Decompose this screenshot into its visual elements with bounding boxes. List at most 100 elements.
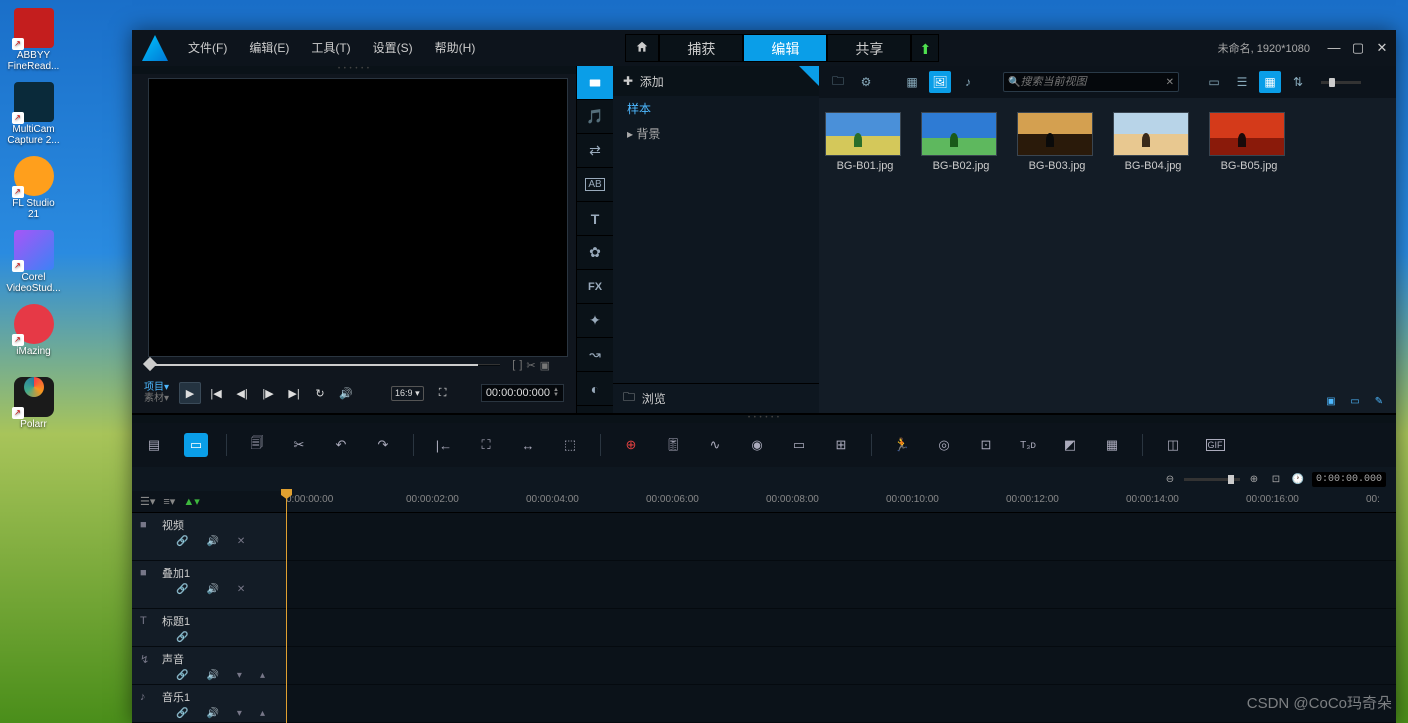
track-btn[interactable]: ▾ [237,670,242,681]
search-box[interactable]: 🔍 ✕ [1003,72,1179,92]
marker-icon[interactable]: ▲▾ [183,495,199,508]
project-label[interactable]: 项目▾ [144,383,169,393]
vtab-transition[interactable]: ⇄ [577,134,613,168]
vtab-text[interactable]: T [577,202,613,236]
vtab-media[interactable] [577,66,613,100]
filter-audio[interactable]: ♪ [957,71,979,93]
desktop-icon-multicam[interactable]: ↗MultiCam Capture 2... [6,82,61,146]
track-motion[interactable]: ◎ [932,433,956,457]
copy-button[interactable]: 🗐 [245,433,269,457]
undo-button[interactable]: ↶ [329,433,353,457]
vtab-fx[interactable]: FX [577,270,613,304]
clip-label[interactable]: 素材▾ [144,394,169,404]
track-menu-icon[interactable]: ☰▾ [140,495,155,508]
scrub-bar[interactable]: []✂▣ [148,357,560,373]
track-header[interactable]: ■叠加1🔗🔊✕ [132,561,286,608]
split-clip[interactable]: ↔ [516,433,540,457]
view-detail[interactable]: ☰ [1231,71,1253,93]
snapshot-icon[interactable]: ▣ [540,359,550,372]
play-button[interactable]: ▶ [179,382,201,404]
multicam-button[interactable]: ⊞ [829,433,853,457]
track-opts-icon[interactable]: ≡▾ [163,495,175,508]
vtab-title[interactable]: AB [577,168,613,202]
track[interactable]: ■视频🔗🔊✕ [132,513,1396,561]
redo-button[interactable]: ↷ [371,433,395,457]
record-button[interactable]: ⊕ [619,433,643,457]
time-ruler[interactable]: ☰▾ ≡▾ ▲▾ 0:00:00:0000:00:02:0000:00:04:0… [132,491,1396,513]
vtab-path[interactable]: ↝ [577,338,613,372]
stabilize-button[interactable]: ⊡ [974,433,998,457]
ratio-button[interactable]: ◫ [1161,433,1185,457]
desktop-icon-abbyy[interactable]: ↗ABBYY FineRead... [6,8,61,72]
track-btn[interactable]: 🔊 [206,670,218,681]
track-header[interactable]: ■视频🔗🔊✕ [132,513,286,560]
mark-in-icon[interactable]: [ [512,359,515,372]
tab-home[interactable] [625,34,659,62]
view-grid[interactable]: ▦ [1259,71,1281,93]
vtab-speed[interactable]: ◐ [577,372,613,406]
desktop-icon-polarr[interactable]: ↗Polarr [6,377,61,430]
loop-button[interactable]: ↻ [309,382,331,404]
tree-node-sample[interactable]: 样本 [613,96,819,121]
menu-settings[interactable]: 设置(S) [363,30,423,66]
goto-end-button[interactable]: ▶| [283,382,305,404]
browse-button[interactable]: 🗀 浏览 [613,383,819,413]
track-btn[interactable]: 🔗 [176,632,188,643]
menu-help[interactable]: 帮助(H) [425,30,486,66]
volume-button[interactable]: 🔊 [335,382,357,404]
add-button[interactable]: ✚ 添加 [613,66,819,96]
track-btn[interactable]: 🔗 [176,670,188,681]
gif-button[interactable]: GIF [1203,433,1227,457]
track-btn[interactable]: ✕ [237,584,245,595]
vtab-ar[interactable]: ✦ [577,304,613,338]
preview-canvas[interactable] [148,78,568,357]
fit-start[interactable]: |← [432,433,456,457]
preview-timecode[interactable]: 00:00:00:000▲▼ [481,384,564,402]
maximize-button[interactable]: ▢ [1348,38,1368,58]
menu-tools[interactable]: 工具(T) [301,30,360,66]
zoom-out-button[interactable]: ⊖ [1162,474,1178,485]
filter-image[interactable]: 🖼 [929,71,951,93]
autoaudio-button[interactable]: ∿ [703,433,727,457]
single-view-icon[interactable]: ▭ [1346,396,1364,410]
refresh-button[interactable]: ⚙ [855,71,877,93]
track-btn[interactable]: 🔗 [176,584,188,595]
3dtitle-button[interactable]: T₃ᴅ [1016,433,1040,457]
track-body[interactable] [286,609,1396,646]
thumbnail[interactable]: BG-B02.jpg [921,112,1001,379]
playhead[interactable] [286,491,287,723]
thumbnail[interactable]: BG-B05.jpg [1209,112,1289,379]
tab-upload[interactable]: ⬆ [911,34,939,62]
subtitle-button[interactable]: ▭ [787,433,811,457]
menu-file[interactable]: 文件(F) [178,30,237,66]
vtab-audio[interactable]: 🎵 [577,100,613,134]
dual-view-icon[interactable]: ▣ [1322,396,1340,410]
fit-project[interactable]: ⛶ [474,433,498,457]
tab-share[interactable]: 共享 [827,34,911,62]
view-list[interactable]: ▭ [1203,71,1225,93]
zoom-fit-button[interactable]: ⊡ [1268,474,1284,485]
clear-search-icon[interactable]: ✕ [1166,77,1174,88]
track-body[interactable] [286,647,1396,684]
minimize-button[interactable]: — [1324,38,1344,58]
close-button[interactable]: ✕ [1372,38,1392,58]
motion-button[interactable]: 🏃 [890,433,914,457]
track[interactable]: ↯声音🔗🔊▾▴ [132,647,1396,685]
next-frame-button[interactable]: |▶ [257,382,279,404]
track[interactable]: ■叠加1🔗🔊✕ [132,561,1396,609]
track-btn[interactable]: 🔊 [206,536,218,547]
crop-button[interactable]: ⬚ [558,433,582,457]
track-btn[interactable]: 🔊 [206,708,218,719]
zoom-in-button[interactable]: ⊕ [1246,474,1262,485]
zoom-slider[interactable] [1184,478,1240,481]
timeline-mode[interactable]: ▭ [184,433,208,457]
track-btn[interactable]: 🔗 [176,536,188,547]
chapter-button[interactable]: ◉ [745,433,769,457]
desktop-icon-corel[interactable]: ↗Corel VideoStud... [6,230,61,294]
edit-icon[interactable]: ✎ [1370,396,1388,410]
storyboard-mode[interactable]: ▤ [142,433,166,457]
mark-out-icon[interactable]: ] [519,359,522,372]
timeline-grip[interactable]: • • • • • • [132,415,1396,423]
filter-all[interactable]: ▦ [901,71,923,93]
track-body[interactable] [286,685,1396,722]
